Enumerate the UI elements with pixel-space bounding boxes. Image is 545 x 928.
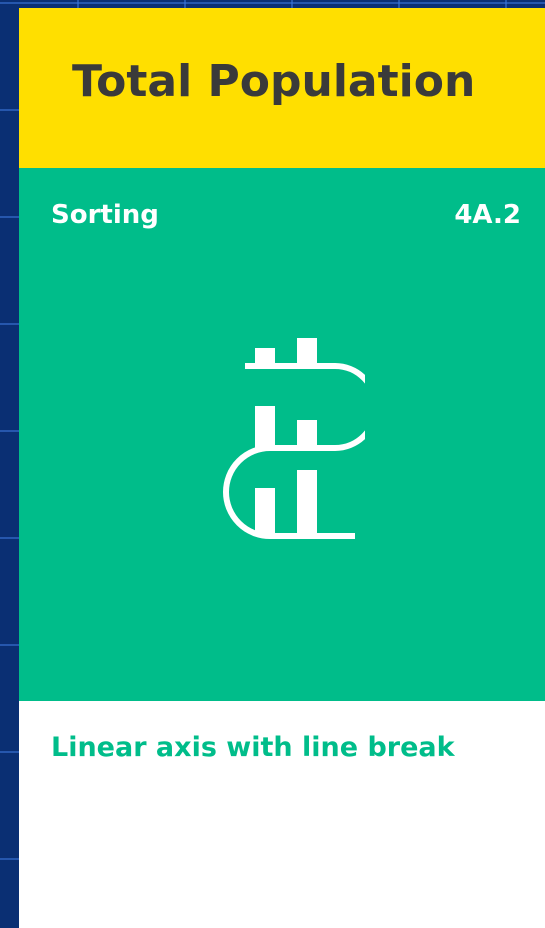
icon-bar-top-right [297, 338, 317, 366]
icon-bar-bottom-left [255, 488, 275, 536]
chart-code: 4A.2 [454, 200, 521, 230]
category-label: Sorting [51, 200, 159, 230]
icon-bar-mid-right [297, 420, 317, 448]
card-header: Total Population [19, 8, 545, 168]
icon-bar-mid-left [255, 406, 275, 448]
card-illustration-panel: Sorting 4A.2 [19, 168, 545, 701]
icon-axis-break-line [223, 363, 365, 539]
page-background: { "header": { "title": "Total Population… [0, 0, 545, 928]
chart-type-card[interactable]: Total Population Sorting 4A.2 Linear axi… [19, 8, 545, 928]
broken-axis-bar-chart-icon [223, 338, 365, 539]
card-title: Total Population [72, 56, 476, 107]
icon-bar-bottom-right [297, 470, 317, 536]
card-caption: Linear axis with line break [51, 732, 455, 763]
